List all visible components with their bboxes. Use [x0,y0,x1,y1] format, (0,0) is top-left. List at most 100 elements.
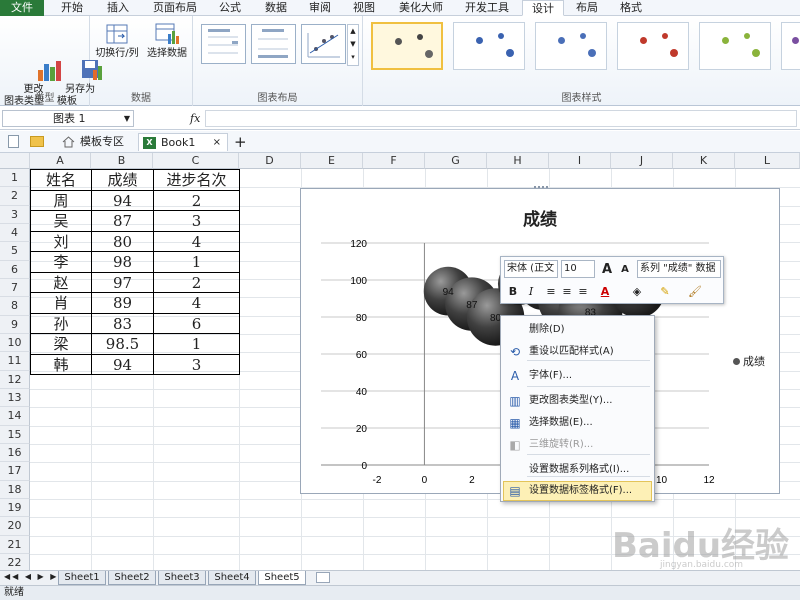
table-cell[interactable]: 97 [91,271,154,293]
table-cell[interactable]: 6 [153,312,240,334]
table-cell[interactable]: 1 [153,251,240,273]
chart-style-6[interactable] [781,22,800,70]
table-header-cell[interactable]: 进步名次 [153,169,240,191]
tab-review[interactable]: 审阅 [302,0,338,16]
fill-color-icon[interactable]: ◈ [629,284,645,300]
context-menu-item[interactable]: 设置数据标签格式(F)... [529,481,632,501]
sheet-tab-sheet1[interactable]: Sheet1 [58,571,106,585]
bold-button[interactable]: B [505,284,521,300]
row-header-13[interactable]: 13 [0,388,30,408]
tab-developer[interactable]: 开发工具 [458,0,516,16]
context-menu-item[interactable]: 重设以匹配样式(A) [529,342,614,362]
row-header-16[interactable]: 16 [0,443,30,463]
table-cell[interactable]: 2 [153,271,240,293]
chart-element-select[interactable]: 系列 "成绩" 数据 [637,260,721,278]
chart-style-1[interactable] [371,22,443,70]
chart-legend[interactable]: 成绩 [733,353,765,369]
tab-format[interactable]: 格式 [612,0,650,16]
data-label[interactable]: 87 [466,300,478,311]
table-cell[interactable]: 89 [91,292,154,314]
column-header-c[interactable]: C [153,153,239,169]
sheet-tab-sheet3[interactable]: Sheet3 [158,571,206,585]
table-cell[interactable]: 4 [153,230,240,252]
table-cell[interactable]: 94 [91,353,154,375]
layout-gallery-scroll[interactable]: ▲ ▼ ▾ [347,24,359,66]
formula-input[interactable] [205,110,797,127]
chart-style-3[interactable] [535,22,607,70]
align-left-icon[interactable]: ≡ [543,284,559,300]
sheet-tab-sheet5[interactable]: Sheet5 [258,571,306,585]
tab-formulas[interactable]: 公式 [212,0,248,16]
chart-style-5[interactable] [699,22,771,70]
font-name-select[interactable]: 宋体 (正文 [504,260,558,278]
row-header-15[interactable]: 15 [0,425,30,444]
table-cell[interactable]: 孙 [30,312,92,334]
layout-option-2[interactable] [251,24,296,64]
name-box-dropdown-icon[interactable]: ▼ [124,111,130,126]
select-data-button[interactable]: 选择数据 [142,22,192,60]
sheet-tab-sheet4[interactable]: Sheet4 [208,571,256,585]
row-header-17[interactable]: 17 [0,462,30,481]
table-cell[interactable]: 4 [153,292,240,314]
table-cell[interactable]: 赵 [30,271,92,293]
open-folder-icon[interactable] [30,136,44,147]
column-header-i[interactable]: I [549,153,611,169]
new-file-icon[interactable] [8,135,19,148]
row-header-4[interactable]: 4 [0,223,30,243]
row-header-10[interactable]: 10 [0,333,30,353]
tab-layout[interactable]: 布局 [568,0,606,16]
row-header-5[interactable]: 5 [0,242,30,261]
row-header-2[interactable]: 2 [0,187,30,206]
switch-row-col-button[interactable]: 切换行/列 [92,22,142,60]
shrink-font-button[interactable]: A [617,262,633,278]
row-header-20[interactable]: 20 [0,517,30,536]
chart-style-4[interactable] [617,22,689,70]
column-header-e[interactable]: E [301,153,363,169]
table-cell[interactable]: 98 [91,251,154,273]
change-chart-type-button[interactable]: 更改 图表类型 [2,22,62,120]
column-header-b[interactable]: B [91,153,153,169]
row-header-8[interactable]: 8 [0,297,30,316]
row-header-22[interactable]: 22 [0,553,30,570]
context-menu-item[interactable]: 删除(D) [529,320,565,340]
select-all-corner[interactable] [0,153,30,169]
row-header-21[interactable]: 21 [0,535,30,554]
table-header-cell[interactable]: 成绩 [91,169,154,191]
column-header-j[interactable]: J [611,153,673,169]
save-as-template-button[interactable]: 另存为 模板 [46,22,103,120]
row-header-6[interactable]: 6 [0,260,30,279]
row-header-1[interactable]: 1 [0,169,30,188]
layout-option-1[interactable] [201,24,246,64]
row-header-19[interactable]: 19 [0,498,30,518]
layout-option-3[interactable] [301,24,346,64]
insert-sheet-icon[interactable] [316,572,330,583]
tab-file[interactable]: 文件 [0,0,44,16]
tab-design[interactable]: 设计 [522,0,564,16]
font-size-select[interactable]: 10 [561,260,595,278]
new-tab-button[interactable]: + [234,133,247,151]
row-header-9[interactable]: 9 [0,315,30,334]
table-cell[interactable]: 刘 [30,230,92,252]
row-header-3[interactable]: 3 [0,205,30,224]
table-cell[interactable]: 98.5 [91,333,154,355]
tab-data[interactable]: 数据 [258,0,294,16]
fx-icon[interactable]: fx [190,112,200,125]
column-header-d[interactable]: D [239,153,301,169]
table-cell[interactable]: 李 [30,251,92,273]
align-right-icon[interactable]: ≡ [575,284,591,300]
table-cell[interactable]: 吴 [30,210,92,232]
sheet-tab-sheet2[interactable]: Sheet2 [108,571,156,585]
row-header-12[interactable]: 12 [0,370,30,389]
font-color-button[interactable]: A [597,284,613,300]
column-header-a[interactable]: A [30,153,91,169]
chart-style-2[interactable] [453,22,525,70]
tab-home[interactable]: 开始 [52,0,92,16]
table-cell[interactable]: 2 [153,189,240,211]
table-cell[interactable]: 3 [153,353,240,375]
table-cell[interactable]: 肖 [30,292,92,314]
italic-button[interactable]: I [523,284,539,300]
outline-color-icon[interactable]: ✎ [657,284,673,300]
context-menu-item[interactable]: 字体(F)... [529,366,572,386]
context-menu-item[interactable]: 选择数据(E)... [529,413,593,433]
column-header-f[interactable]: F [363,153,425,169]
